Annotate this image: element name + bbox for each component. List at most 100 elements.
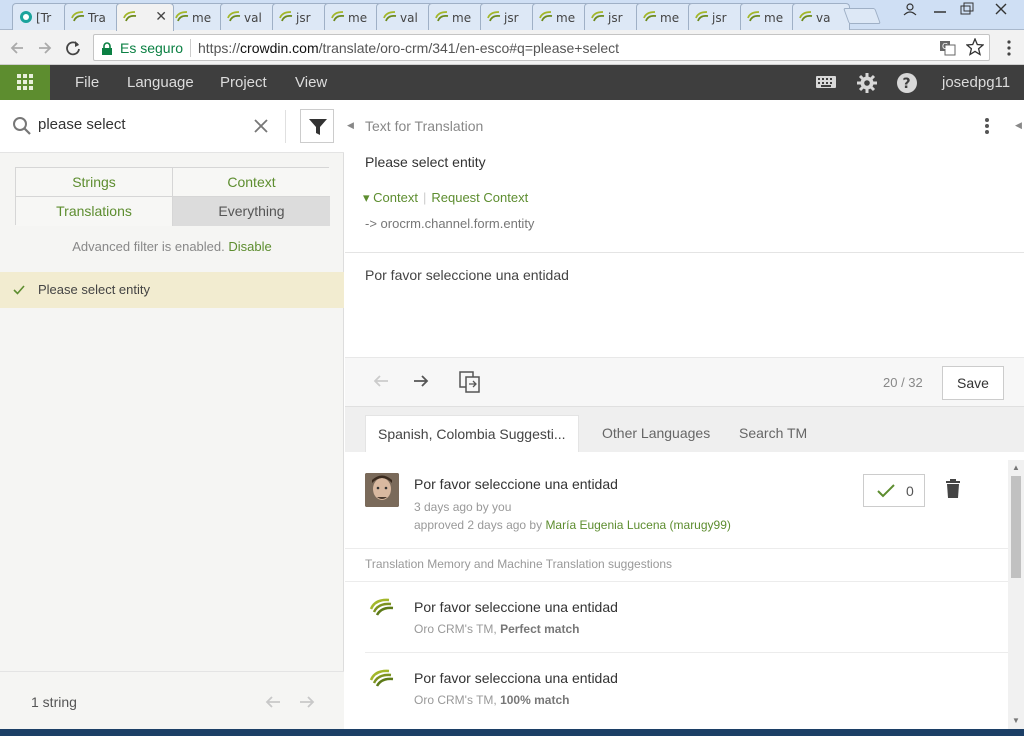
collapse-right-icon[interactable]: ◀ — [1015, 120, 1022, 131]
browser-tab[interactable]: jsr — [688, 3, 746, 30]
help-icon[interactable]: ? — [896, 72, 918, 94]
browser-tab[interactable]: jsr — [272, 3, 330, 30]
crowdin-favicon-icon — [747, 10, 761, 24]
new-tab-button[interactable] — [843, 8, 881, 24]
browser-tab[interactable]: me — [168, 3, 226, 30]
vote-button[interactable]: 0 — [863, 474, 925, 507]
tm-suggestion-text[interactable]: Por favor seleccione una entidad — [414, 599, 618, 615]
crowdin-favicon-icon — [695, 10, 709, 24]
browser-tab[interactable]: ✕ — [116, 3, 174, 31]
string-list-item[interactable]: Please select entity — [0, 272, 344, 308]
browser-tab[interactable]: va — [792, 3, 850, 30]
search-icon — [12, 116, 32, 136]
tm-suggestion-text[interactable]: Por favor selecciona una entidad — [414, 670, 618, 686]
browser-tab[interactable]: me — [532, 3, 590, 30]
browser-tab[interactable]: me — [636, 3, 694, 30]
translate-icon[interactable]: G — [939, 39, 957, 57]
restore-icon[interactable] — [952, 0, 980, 20]
save-button[interactable]: Save — [942, 366, 1004, 400]
tab-other-languages[interactable]: Other Languages — [602, 415, 710, 452]
omnibox[interactable]: Es seguro https://crowdin.com/translate/… — [93, 34, 990, 61]
copy-source-icon[interactable] — [459, 371, 481, 393]
suggestion-text[interactable]: Por favor seleccione una entidad — [414, 476, 618, 492]
browser-tab[interactable]: [Tr — [12, 3, 70, 30]
filter-everything[interactable]: Everything — [173, 197, 330, 226]
divider — [345, 581, 1008, 582]
context-value: -> orocrm.channel.form.entity — [365, 216, 535, 231]
collapse-left-icon[interactable]: ◀ — [347, 120, 354, 131]
keyboard-icon[interactable] — [815, 74, 837, 90]
filter-translations[interactable]: Translations — [16, 197, 173, 226]
context-row: ▾ Context | Request Context — [363, 190, 528, 206]
previous-string-icon[interactable] — [372, 372, 390, 390]
approve-check-icon — [877, 484, 895, 498]
secure-label[interactable]: Es seguro — [120, 40, 183, 56]
menu-file[interactable]: File — [75, 74, 99, 91]
approver-link[interactable]: María Eugenia Lucena (marugy99) — [545, 518, 730, 532]
browser-tab-title: me — [764, 11, 784, 25]
disable-filter-link[interactable]: Disable — [228, 239, 271, 254]
back-icon[interactable] — [6, 37, 28, 59]
url-text[interactable]: https://crowdin.com/translate/oro-crm/34… — [198, 40, 619, 56]
tm-source-name: Oro CRM's TM, — [414, 693, 497, 707]
browser-tab[interactable]: val — [220, 3, 278, 30]
forward-icon[interactable] — [34, 37, 56, 59]
prev-page-icon[interactable] — [264, 694, 282, 710]
close-tab-icon[interactable]: ✕ — [155, 8, 167, 25]
next-string-icon[interactable] — [412, 372, 430, 390]
editor-toolbar: 20 / 32 Save — [345, 357, 1024, 407]
close-window-icon[interactable] — [984, 0, 1018, 20]
bookmark-star-icon[interactable] — [966, 38, 984, 56]
browser-tab[interactable]: jsr — [480, 3, 538, 30]
reload-icon[interactable] — [62, 37, 84, 59]
more-options-icon[interactable] — [983, 116, 991, 136]
crowdin-favicon-icon — [643, 10, 657, 24]
scrollbar-thumb[interactable] — [1011, 476, 1021, 578]
browser-tab[interactable]: Tra — [64, 3, 122, 30]
app-menubar: File Language Project View ? josedpg11 — [0, 65, 1024, 100]
settings-gear-icon[interactable] — [856, 72, 878, 94]
crowdin-favicon-icon — [227, 10, 241, 24]
tab-language-suggestions[interactable]: Spanish, Colombia Suggesti... — [365, 415, 579, 452]
tm-match: 100% match — [500, 693, 570, 707]
filter-context[interactable]: Context — [173, 168, 330, 197]
approval-info: approved 2 days ago by María Eugenia Luc… — [414, 518, 731, 532]
menu-project[interactable]: Project — [220, 74, 267, 91]
apps-grid-button[interactable] — [0, 65, 50, 100]
filter-strings[interactable]: Strings — [16, 168, 173, 197]
tab-search-tm[interactable]: Search TM — [739, 415, 807, 452]
crowdin-tm-icon — [369, 597, 395, 619]
advanced-filter-text: Advanced filter is enabled. — [72, 239, 225, 254]
scroll-down-icon[interactable]: ▼ — [1012, 716, 1020, 725]
crowdin-favicon-icon — [591, 10, 605, 24]
filter-segmented-control: Strings Context Translations Everything — [15, 167, 330, 226]
profile-icon[interactable] — [896, 0, 924, 20]
browser-tab[interactable]: val — [376, 3, 434, 30]
next-page-icon[interactable] — [298, 694, 316, 710]
search-input[interactable] — [38, 116, 238, 133]
translation-textarea[interactable]: Por favor seleccione una entidad — [365, 267, 569, 283]
suggestion-tabs: Spanish, Colombia Suggesti... Other Lang… — [345, 407, 1024, 452]
site-favicon-icon — [19, 10, 33, 24]
browser-tab[interactable]: me — [428, 3, 486, 30]
menu-view[interactable]: View — [295, 74, 327, 91]
clear-search-icon[interactable] — [253, 118, 269, 134]
browser-tab-title: jsr — [296, 11, 311, 25]
chrome-menu-icon[interactable] — [998, 37, 1020, 59]
delete-trash-icon[interactable] — [945, 479, 961, 499]
filter-button[interactable] — [300, 109, 334, 143]
menu-language[interactable]: Language — [127, 74, 194, 91]
minimize-icon[interactable] — [926, 0, 954, 20]
scrollbar[interactable]: ▲ ▼ — [1008, 460, 1024, 729]
browser-tab-title: jsr — [504, 11, 519, 25]
scroll-up-icon[interactable]: ▲ — [1012, 463, 1020, 472]
suggestions-list: Por favor seleccione una entidad 3 days … — [345, 452, 1008, 729]
request-context-link[interactable]: Request Context — [431, 190, 528, 205]
caret-down-icon[interactable]: ▾ — [363, 190, 370, 205]
browser-tab[interactable]: jsr — [584, 3, 642, 30]
username[interactable]: josedpg11 — [942, 74, 1010, 91]
grid-icon — [17, 74, 33, 90]
browser-tab[interactable]: me — [324, 3, 382, 30]
context-toggle[interactable]: Context — [373, 190, 418, 205]
browser-tab[interactable]: me — [740, 3, 798, 30]
